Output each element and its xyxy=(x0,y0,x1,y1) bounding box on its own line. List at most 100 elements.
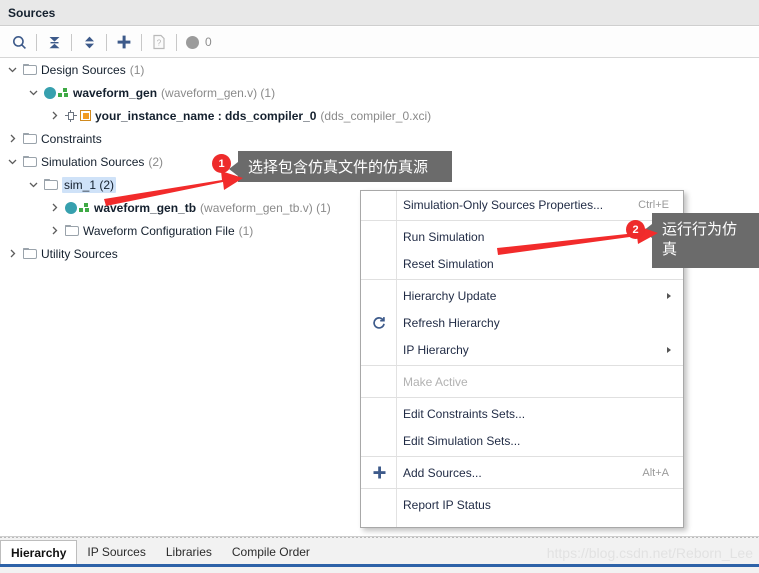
add-sources-icon[interactable] xyxy=(110,29,138,55)
menu-item-label: Report IP Status xyxy=(403,497,491,512)
sources-panel: Sources ? 0 Design Sources (1) waveform_… xyxy=(0,0,759,573)
toolbar-separator xyxy=(36,33,37,51)
annotation-badge-1-label: 1 xyxy=(218,157,225,170)
menu-item-make-active: Make Active xyxy=(361,368,683,395)
tree-row-label: Utility Sources xyxy=(41,246,118,261)
tree-row-label: your_instance_name : dds_compiler_0 xyxy=(95,108,317,123)
tree-twisty-icon[interactable] xyxy=(6,63,19,76)
watermark: https://blog.csdn.net/Reborn_Lee xyxy=(546,545,753,561)
plus-icon xyxy=(361,459,397,486)
tab-label: IP Sources xyxy=(87,545,146,559)
context-menu: Simulation-Only Sources Properties... Ctr… xyxy=(360,190,684,528)
tree-twisty-icon[interactable] xyxy=(27,178,40,191)
tab-bar-underline xyxy=(0,564,759,567)
collapse-all-icon[interactable] xyxy=(40,29,68,55)
status-dot-icon xyxy=(186,35,199,49)
tab-libraries[interactable]: Libraries xyxy=(156,540,222,564)
tree-row-label: sim_1 (2) xyxy=(62,176,117,193)
folder-icon xyxy=(23,132,37,145)
menu-item-label: Make Active xyxy=(403,374,468,389)
tree-row-label: Design Sources xyxy=(41,62,126,77)
module-icon xyxy=(65,201,90,214)
search-icon[interactable] xyxy=(5,29,33,55)
tree-twisty-icon[interactable] xyxy=(48,224,61,237)
toolbar-separator xyxy=(141,33,142,51)
tree-row-label: waveform_gen xyxy=(73,85,158,100)
toolbar-separator xyxy=(106,33,107,51)
tree-row-suffix: (2) xyxy=(148,154,164,169)
menu-item-refresh-hierarchy[interactable]: Refresh Hierarchy xyxy=(361,309,683,336)
tree-row-suffix: (dds_compiler_0.xci) xyxy=(320,108,432,123)
svg-text:?: ? xyxy=(157,39,162,48)
menu-item-simulation-only-sources-properties[interactable]: Simulation-Only Sources Properties... Ctr… xyxy=(361,191,683,218)
tree-row-waveform-gen[interactable]: waveform_gen (waveform_gen.v) (1) xyxy=(0,81,759,104)
folder-icon xyxy=(65,224,79,237)
folder-icon xyxy=(44,178,58,191)
menu-separator xyxy=(361,279,683,280)
tab-compile-order[interactable]: Compile Order xyxy=(222,540,320,564)
ip-icon xyxy=(65,109,91,122)
tree-twisty-icon[interactable] xyxy=(6,247,19,260)
menu-item-label: Add Sources... xyxy=(403,465,482,480)
panel-title-label: Sources xyxy=(8,5,56,20)
annotation-callout-1: 选择包含仿真文件的仿真源 xyxy=(229,151,452,182)
menu-item-reset-simulation[interactable]: Reset Simulation xyxy=(361,250,683,277)
tab-list: Hierarchy IP Sources Libraries Compile Orde… xyxy=(0,540,320,564)
tab-label: Compile Order xyxy=(231,545,310,559)
tree-row-design-sources[interactable]: Design Sources (1) xyxy=(0,58,759,81)
tree-twisty-icon[interactable] xyxy=(27,86,40,99)
expand-all-icon[interactable] xyxy=(75,29,103,55)
toolbar-count: 0 xyxy=(180,35,212,49)
submenu-arrow-icon xyxy=(667,346,671,353)
tree-twisty-icon[interactable] xyxy=(6,155,19,168)
menu-separator xyxy=(361,456,683,457)
tree-row-suffix: (waveform_gen.v) (1) xyxy=(161,85,276,100)
folder-icon xyxy=(23,247,37,260)
menu-item-label: Run Simulation xyxy=(403,229,485,244)
refresh-icon xyxy=(361,309,397,336)
tree-row-suffix: (1) xyxy=(129,62,145,77)
tab-ip-sources[interactable]: IP Sources xyxy=(77,540,155,564)
menu-item-label: Simulation-Only Sources Properties... xyxy=(403,197,604,212)
menu-item-accel: Alt+A xyxy=(642,466,669,479)
tab-label: Hierarchy xyxy=(11,545,67,560)
menu-item-label: Refresh Hierarchy xyxy=(403,315,500,330)
tree-row-constraints[interactable]: Constraints xyxy=(0,127,759,150)
tree-row-label: Waveform Configuration File xyxy=(83,223,235,238)
menu-separator xyxy=(361,397,683,398)
menu-item-edit-simulation-sets[interactable]: Edit Simulation Sets... xyxy=(361,427,683,454)
folder-icon xyxy=(23,63,37,76)
bottom-tab-bar: Hierarchy IP Sources Libraries Compile Orde… xyxy=(0,536,759,573)
menu-separator xyxy=(361,488,683,489)
menu-item-edit-constraints-sets[interactable]: Edit Constraints Sets... xyxy=(361,400,683,427)
annotation-callout-2: 运行行为仿真 xyxy=(643,213,759,268)
tree-row-your-instance-name[interactable]: your_instance_name : dds_compiler_0 (dds_… xyxy=(0,104,759,127)
annotation-callout-1-text: 选择包含仿真文件的仿真源 xyxy=(248,157,429,176)
annotation-callout-2-text: 运行行为仿真 xyxy=(662,220,738,258)
module-icon xyxy=(44,86,69,99)
menu-item-report-ip-status[interactable]: Report IP Status xyxy=(361,491,683,518)
tab-bar-divider xyxy=(0,537,759,538)
menu-item-label: IP Hierarchy xyxy=(403,342,469,357)
toolbar-count-label: 0 xyxy=(205,35,212,49)
annotation-badge-2-label: 2 xyxy=(632,223,639,236)
tree-row-label: Simulation Sources xyxy=(41,154,145,169)
submenu-arrow-icon xyxy=(667,292,671,299)
tree-twisty-icon[interactable] xyxy=(48,201,61,214)
menu-item-label: Edit Constraints Sets... xyxy=(403,406,526,421)
annotation-badge-2: 2 xyxy=(626,220,645,239)
tree-twisty-icon[interactable] xyxy=(48,109,61,122)
tree-twisty-icon[interactable] xyxy=(6,132,19,145)
tree-row-suffix: (waveform_gen_tb.v) (1) xyxy=(200,200,331,215)
tree-row-label: Constraints xyxy=(41,131,102,146)
menu-item-accel: Ctrl+E xyxy=(638,198,669,211)
toolbar-separator xyxy=(176,33,177,51)
menu-item-hierarchy-update[interactable]: Hierarchy Update xyxy=(361,282,683,309)
tab-hierarchy[interactable]: Hierarchy xyxy=(0,540,78,564)
report-icon[interactable]: ? xyxy=(145,29,173,55)
panel-title: Sources xyxy=(0,0,759,26)
menu-separator xyxy=(361,365,683,366)
menu-item-add-sources[interactable]: Add Sources... Alt+A xyxy=(361,459,683,486)
menu-item-ip-hierarchy[interactable]: IP Hierarchy xyxy=(361,336,683,363)
annotation-badge-1: 1 xyxy=(212,154,231,173)
